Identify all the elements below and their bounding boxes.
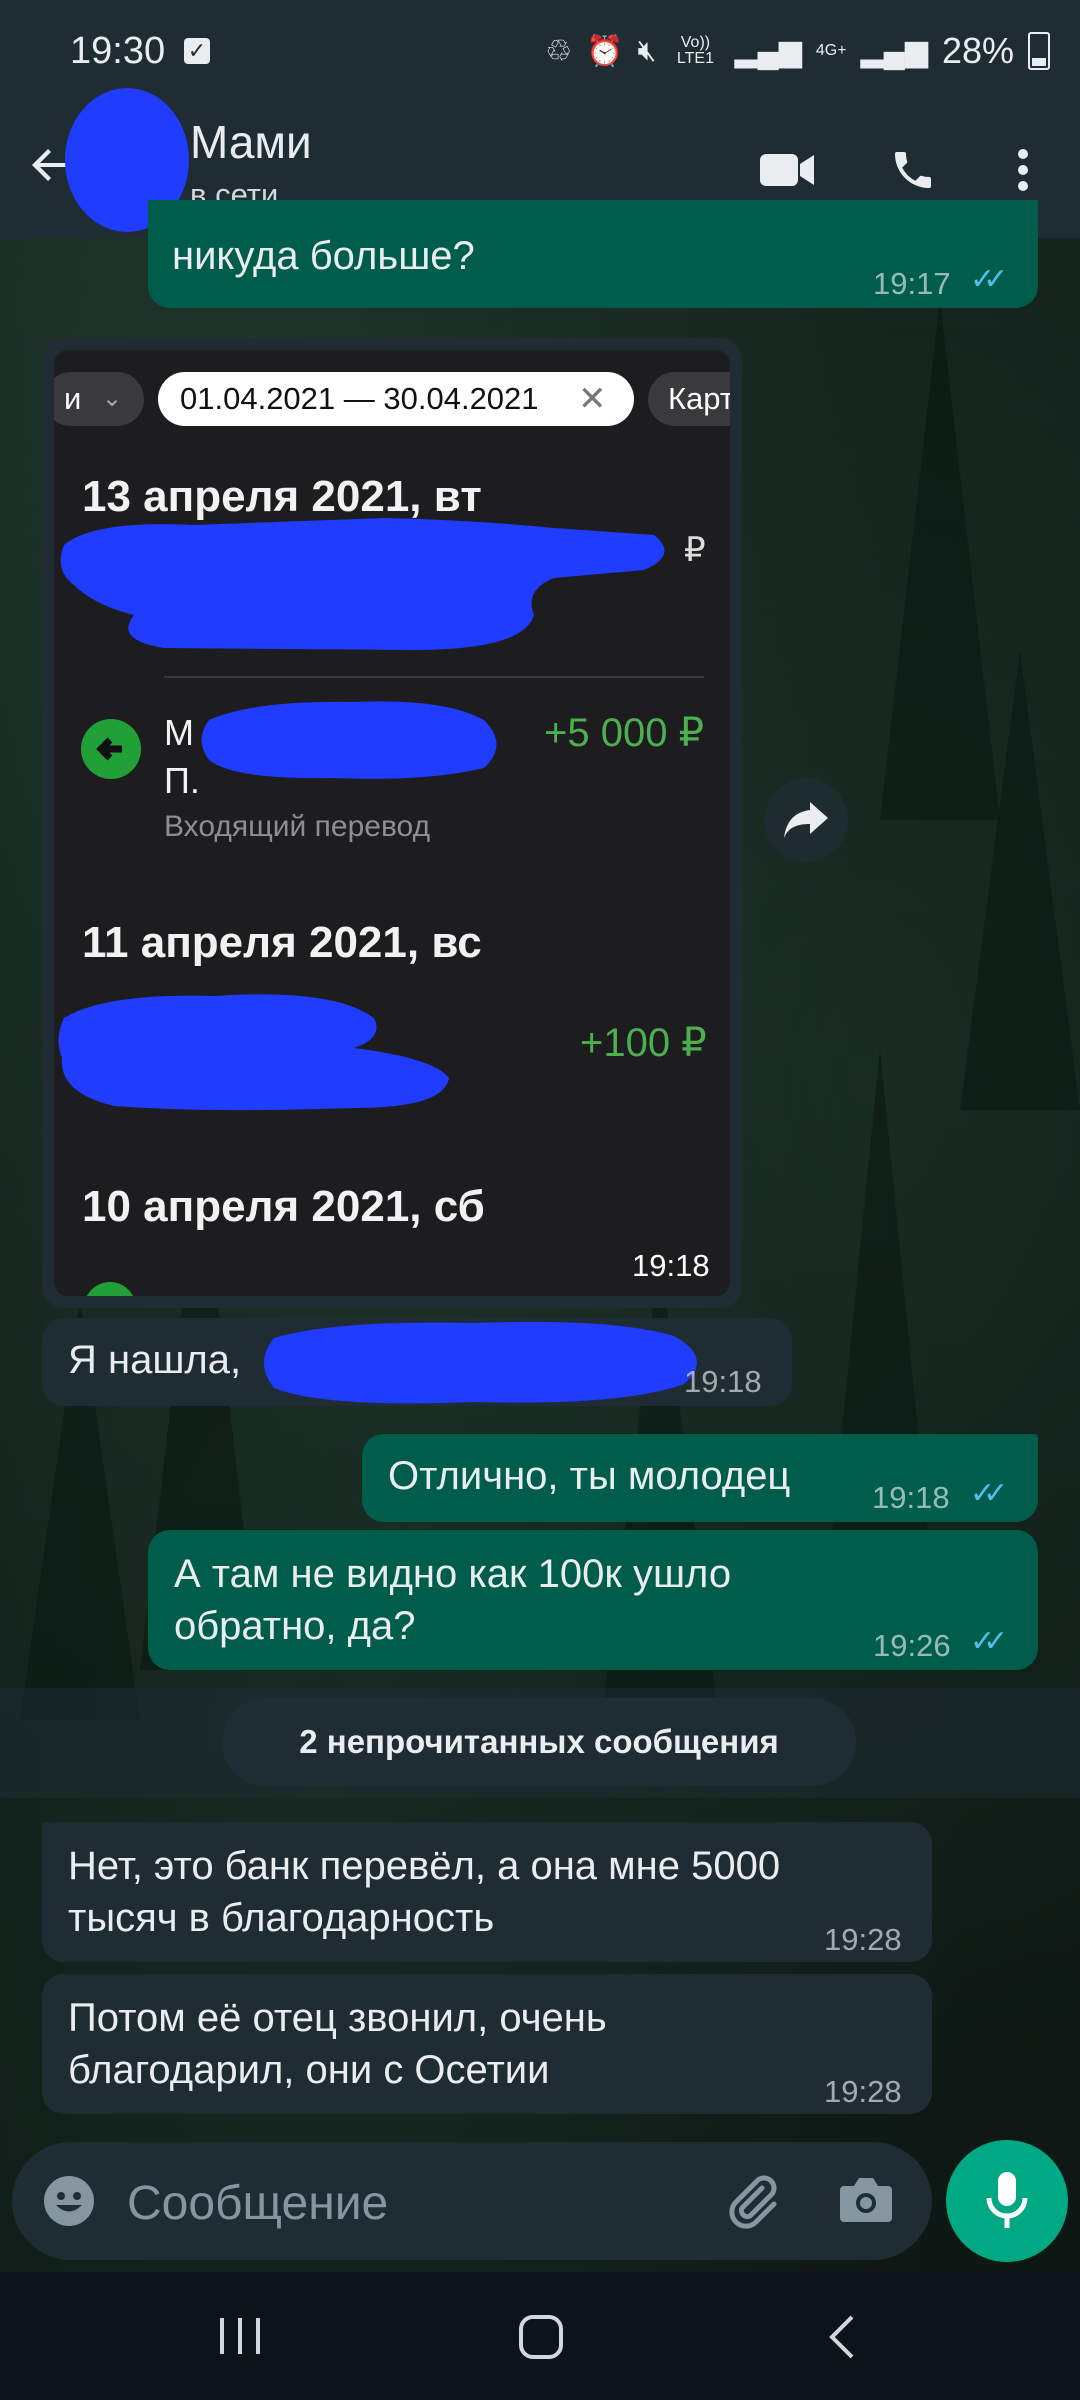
camera-icon[interactable] (838, 2174, 894, 2226)
message-time: 19:18 (872, 1480, 950, 1515)
signal-icon: ▂▄▆ (734, 34, 802, 68)
redaction-blob (58, 994, 449, 1111)
battery-saver-icon: ♲ (545, 34, 573, 68)
message-text-line: тысяч в благодарность (68, 1896, 495, 1940)
back-nav-icon[interactable] (826, 2314, 858, 2360)
volte-label: Vo)) LTE1 (676, 34, 714, 67)
contact-name[interactable]: Мами (190, 115, 312, 169)
transfer-amount: +100 ₽ (580, 1021, 707, 1065)
attach-icon[interactable] (722, 2172, 782, 2232)
divider (164, 676, 704, 678)
transfer-amount: +5 000 ₽ (544, 711, 705, 755)
chip-label: и (64, 381, 82, 416)
chevron-down-icon: ⌄ (102, 385, 123, 412)
date-range-chip: 01.04.2021 — 30.04.2021 ✕ (158, 372, 634, 426)
message-text: Отлично, ты молодец (388, 1454, 791, 1498)
battery-percent: 28% (941, 30, 1014, 71)
alarm-icon: ⏰ (586, 34, 624, 68)
transfer-description: Входящий перевод (164, 810, 431, 843)
message-text-line: Нет, это банк перевёл, а она мне 5000 (68, 1844, 781, 1888)
message-text-line: благодарил, они с Осетии (68, 2048, 550, 2092)
recent-apps-icon[interactable] (216, 2316, 264, 2356)
message-bubble-outgoing[interactable]: никуда больше? 19:17 ✓✓ (148, 200, 1038, 308)
message-input-bar[interactable]: Сообщение (12, 2142, 932, 2260)
message-bubble-incoming[interactable]: Нет, это банк перевёл, а она мне 5000 ты… (42, 1822, 932, 1962)
voice-call-icon[interactable] (878, 135, 948, 205)
transfer-sender-initial: М (164, 712, 194, 753)
redaction-blob (264, 1321, 697, 1404)
message-text-line: обратно, да? (174, 1604, 416, 1648)
system-nav-bar (0, 2272, 1080, 2400)
notification-check-icon: ✓ (184, 38, 210, 64)
mute-icon: 🔇︎ (637, 34, 657, 67)
video-call-icon[interactable] (752, 135, 822, 205)
read-ticks-icon: ✓✓ (970, 1477, 1008, 1510)
network-type: 4G+ (815, 42, 847, 59)
status-time: 19:30 (70, 30, 166, 72)
message-input[interactable]: Сообщение (127, 2176, 388, 2231)
filter-chip: и ⌄ (54, 372, 144, 426)
close-icon: ✕ (578, 380, 607, 418)
message-bubble-outgoing[interactable]: Отлично, ты молодец 19:18 ✓✓ (362, 1434, 1038, 1522)
message-bubble-incoming[interactable]: Я нашла, 19:18 (42, 1318, 792, 1406)
status-icons: ♲ ⏰ 🔇︎ Vo)) LTE1 ▂▄▆ 4G+ ▂▄▆ 28% (545, 30, 1050, 72)
bank-screenshot-image[interactable]: и ⌄ 01.04.2021 — 30.04.2021 ✕ Карт 13 ап… (54, 350, 730, 1296)
more-options-icon[interactable] (988, 135, 1058, 205)
message-time: 19:28 (824, 1922, 902, 1957)
date-range-text: 01.04.2021 — 30.04.2021 (180, 381, 539, 416)
forward-icon (784, 802, 828, 838)
date-header: 11 апреля 2021, вс (82, 918, 482, 967)
microphone-icon (986, 2172, 1028, 2228)
chip-label: Карт (668, 381, 730, 416)
redaction-blob (201, 701, 497, 779)
redaction-blob (60, 518, 665, 650)
voice-record-button[interactable] (946, 2140, 1068, 2262)
currency-sign: ₽ (684, 531, 706, 569)
wallpaper-tree (960, 650, 1080, 1110)
message-time: 19:26 (873, 1628, 951, 1663)
transaction-icon (84, 1282, 136, 1296)
filter-chip-card: Карт (648, 372, 730, 426)
image-message[interactable]: и ⌄ 01.04.2021 — 30.04.2021 ✕ Карт 13 ап… (42, 338, 742, 1308)
message-time: 19:17 (873, 266, 951, 301)
read-ticks-icon: ✓✓ (970, 1625, 1008, 1658)
message-time: 19:28 (824, 2074, 902, 2109)
message-text-line: Потом её отец звонил, очень (68, 1996, 607, 2040)
battery-icon (1028, 32, 1050, 70)
message-bubble-incoming[interactable]: Потом её отец звонил, очень благодарил, … (42, 1974, 932, 2114)
read-ticks-icon: ✓✓ (970, 263, 1008, 296)
emoji-icon[interactable] (42, 2174, 96, 2228)
message-time: 19:18 (632, 1248, 710, 1283)
message-text: Я нашла, (68, 1338, 242, 1382)
incoming-transfer-icon (81, 719, 141, 779)
signal-icon-2: ▂▄▆ (860, 34, 928, 68)
message-bubble-outgoing[interactable]: А там не видно как 100к ушло обратно, да… (148, 1530, 1038, 1670)
date-header: 10 апреля 2021, сб (82, 1182, 485, 1231)
message-text-line: А там не видно как 100к ушло (174, 1552, 732, 1596)
home-icon[interactable] (518, 2314, 564, 2360)
message-text: никуда больше? (172, 234, 475, 278)
message-time: 19:18 (684, 1364, 762, 1399)
forward-button[interactable] (764, 778, 848, 862)
transfer-sender-second: П. (164, 760, 200, 801)
unread-count-label: 2 непрочитанных сообщения (222, 1698, 856, 1786)
unread-banner: 2 непрочитанных сообщения (0, 1688, 1080, 1798)
